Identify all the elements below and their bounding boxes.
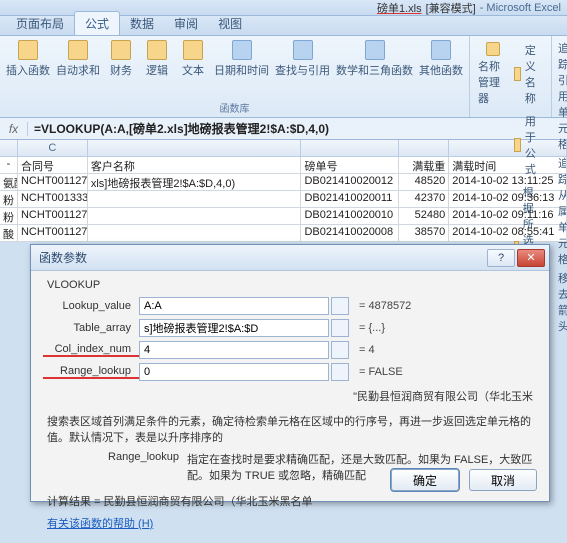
range-selector-icon[interactable] <box>331 341 349 359</box>
cancel-button[interactable]: 取消 <box>469 469 537 491</box>
tab-page-layout[interactable]: 页面布局 <box>6 12 74 35</box>
arg-label: Lookup_value <box>43 300 139 312</box>
arg-row: Lookup_value = 4878572 <box>43 297 537 315</box>
tab-formulas[interactable]: 公式 <box>74 11 120 35</box>
arg-result: = FALSE <box>359 366 403 378</box>
help-button[interactable]: ? <box>487 249 515 267</box>
close-button[interactable]: ✕ <box>517 249 545 267</box>
ok-button[interactable]: 确定 <box>391 469 459 491</box>
range-selector-icon[interactable] <box>331 363 349 381</box>
tab-review[interactable]: 审阅 <box>164 12 208 35</box>
ribbon-tabs: 页面布局 公式 数据 审阅 视图 <box>0 16 567 36</box>
arg-result: = 4 <box>359 344 375 356</box>
function-args-dialog: 函数参数 ? ✕ VLOOKUP Lookup_value = 4878572 T… <box>30 244 550 502</box>
remove-arrows-button[interactable]: 移去箭头 <box>558 270 567 334</box>
desc-head: "民勤县恒润商贸有限公司（华北玉米 <box>47 389 533 406</box>
arg-row: Range_lookup = FALSE <box>43 363 537 381</box>
dialog-title-bar[interactable]: 函数参数 ? ✕ <box>31 245 549 271</box>
arg-input[interactable] <box>139 341 329 359</box>
logical-button[interactable]: 逻辑 <box>142 40 172 78</box>
table-row[interactable]: 粉NCHT001127DB021410020010524802014-10-02… <box>0 208 567 225</box>
arg-label: Range_lookup <box>43 365 139 379</box>
math-button[interactable]: 数学和三角函数 <box>336 40 413 78</box>
column-headers: C <box>0 140 567 157</box>
calc-result: 计算结果 = 民勤县恒润商贸有限公司（华北玉米黑名单 <box>47 493 533 509</box>
insert-function-button[interactable]: 插入函数 <box>6 40 50 78</box>
more-func-button[interactable]: 其他函数 <box>419 40 463 78</box>
trace-precedents-button[interactable]: 追踪引用单元格 <box>558 40 567 152</box>
arg-row: Table_array = {...} <box>43 319 537 337</box>
table-row[interactable]: -合同号客户名称磅单号满载重满载时间 <box>0 157 567 174</box>
tab-view[interactable]: 视图 <box>208 12 252 35</box>
financial-button[interactable]: 财务 <box>106 40 136 78</box>
table-row[interactable]: 粉NCHT001333DB021410020011423702014-10-02… <box>0 191 567 208</box>
fx-icon[interactable]: fx <box>0 122 28 136</box>
arg-row: Col_index_num = 4 <box>43 341 537 359</box>
tab-data[interactable]: 数据 <box>120 12 164 35</box>
arg-input[interactable] <box>139 319 329 337</box>
table-row[interactable]: 酸NCHT001127DB021410020008385702014-10-02… <box>0 225 567 242</box>
dialog-title: 函数参数 <box>39 249 87 266</box>
text-button[interactable]: 文本 <box>178 40 208 78</box>
help-link[interactable]: 有关该函数的帮助 (H) <box>47 518 153 530</box>
datetime-button[interactable]: 日期和时间 <box>214 40 269 78</box>
arg-input[interactable] <box>139 363 329 381</box>
ribbon: 插入函数 自动求和 财务 逻辑 文本 日期和时间 查找与引用 数学和三角函数 其… <box>0 36 567 118</box>
range-selector-icon[interactable] <box>331 297 349 315</box>
formula-text[interactable]: =VLOOKUP(A:A,[磅单2.xls]地磅报表管理2!$A:$D,4,0) <box>28 120 329 137</box>
define-name-button[interactable]: 定义名称 <box>514 42 543 106</box>
app-name: - Microsoft Excel <box>480 2 561 14</box>
table-row[interactable]: 氨酸NCHT001127xls]地磅报表管理2!$A:$D,4,0)DB0214… <box>0 174 567 191</box>
desc-body: 搜索表区域首列满足条件的元素，确定待检索单元格在区域中的行序号，再进一步返回选定… <box>47 414 533 447</box>
group-label-funclib: 函数库 <box>6 98 463 115</box>
arg-label: Col_index_num <box>43 343 139 357</box>
file-name: 磅单1.xls <box>377 0 422 16</box>
arg-result: = 4878572 <box>359 300 411 312</box>
arg-result: = {...} <box>359 322 385 334</box>
name-manager-button[interactable]: 名称管理器 <box>478 42 508 106</box>
sheet-grid[interactable]: C -合同号客户名称磅单号满载重满载时间氨酸NCHT001127xls]地磅报表… <box>0 140 567 242</box>
arg-input[interactable] <box>139 297 329 315</box>
arg-label: Table_array <box>43 322 139 334</box>
range-selector-icon[interactable] <box>331 319 349 337</box>
autosum-button[interactable]: 自动求和 <box>56 40 100 78</box>
compat-mode: [兼容模式] <box>426 0 476 16</box>
function-name: VLOOKUP <box>47 279 537 291</box>
lookup-button[interactable]: 查找与引用 <box>275 40 330 78</box>
